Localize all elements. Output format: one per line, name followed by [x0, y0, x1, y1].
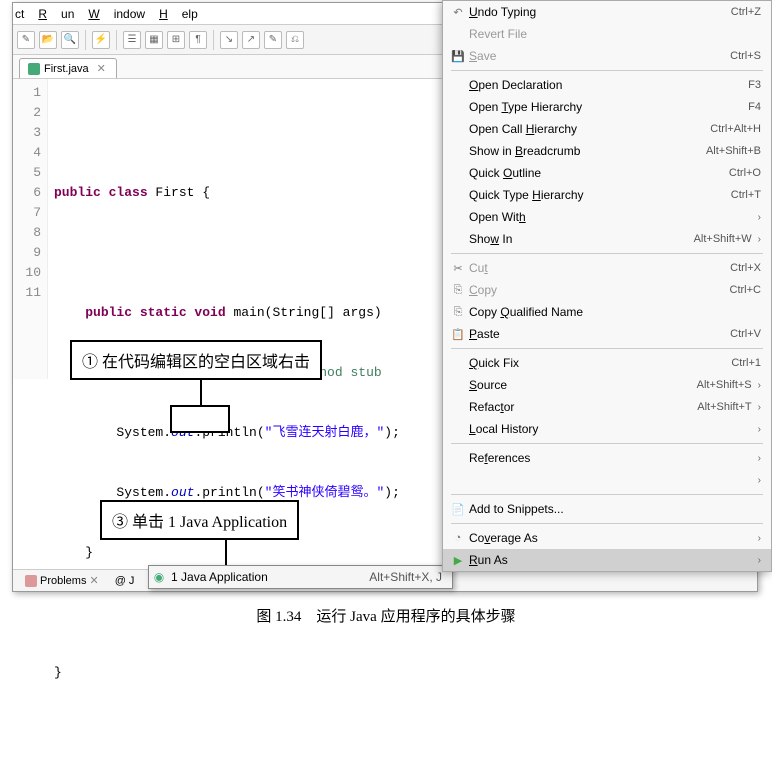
- problems-icon: [25, 575, 37, 587]
- menu-quick-fix[interactable]: Quick FixCtrl+1: [443, 352, 771, 374]
- menu-paste[interactable]: 📋PasteCtrl+V: [443, 323, 771, 345]
- submenu-arrow-icon: ›: [758, 424, 761, 435]
- tb-btn[interactable]: ✎: [17, 31, 35, 49]
- tb-btn[interactable]: ▦: [145, 31, 163, 49]
- snippet-icon: 📄: [447, 503, 469, 516]
- tb-btn[interactable]: ✎: [264, 31, 282, 49]
- java-app-icon: ◉: [149, 570, 169, 584]
- tb-btn[interactable]: 🔍: [61, 31, 79, 49]
- undo-icon: ↶: [447, 6, 469, 19]
- menu-cut: ✂CutCtrl+X: [443, 257, 771, 279]
- menu-copy-qualified[interactable]: ⎘Copy Qualified Name: [443, 301, 771, 323]
- menu-revert: Revert File: [443, 23, 771, 45]
- cut-icon: ✂: [447, 262, 469, 275]
- code-area[interactable]: public class First { public static void …: [48, 79, 400, 379]
- submenu-arrow-icon: ›: [758, 453, 761, 464]
- run-as-submenu: ◉ 1 Java Application Alt+Shift+X, J: [148, 565, 453, 589]
- tb-btn[interactable]: ↗: [242, 31, 260, 49]
- submenu-arrow-icon: ›: [758, 212, 761, 223]
- menu-show-breadcrumb[interactable]: Show in BreadcrumbAlt+Shift+B: [443, 140, 771, 162]
- menu-run[interactable]: Run: [38, 7, 74, 21]
- tb-btn[interactable]: ☰: [123, 31, 141, 49]
- menu-truncated[interactable]: ct: [15, 7, 24, 21]
- line-gutter: 123 4 567 891011: [13, 79, 48, 379]
- copy-icon: ⎘: [447, 306, 469, 319]
- menu-show-in[interactable]: Show InAlt+Shift+W›: [443, 228, 771, 250]
- save-icon: 💾: [447, 50, 469, 63]
- close-icon[interactable]: ✕: [97, 62, 106, 75]
- submenu-arrow-icon: ›: [758, 234, 761, 245]
- tab-javadoc[interactable]: @ J: [107, 575, 143, 587]
- menu-quick-type-hierarchy[interactable]: Quick Type HierarchyCtrl+T: [443, 184, 771, 206]
- tb-btn[interactable]: ⊞: [167, 31, 185, 49]
- menu-quick-outline[interactable]: Quick OutlineCtrl+O: [443, 162, 771, 184]
- submenu-arrow-icon: ›: [758, 380, 761, 391]
- annotation-3: ③ 单击 1 Java Application: [100, 500, 299, 540]
- menu-source[interactable]: SourceAlt+Shift+S›: [443, 374, 771, 396]
- annotation-target-box: [170, 405, 230, 433]
- menu-copy: ⎘CopyCtrl+C: [443, 279, 771, 301]
- tb-btn[interactable]: ↘: [220, 31, 238, 49]
- menu-help[interactable]: Help: [159, 7, 198, 21]
- run-icon: ▶: [447, 554, 469, 567]
- tab-label: First.java: [44, 63, 89, 75]
- context-menu: ↶Undo TypingCtrl+Z Revert File 💾SaveCtrl…: [442, 0, 772, 572]
- menu-blank[interactable]: ›: [443, 469, 771, 491]
- menu-open-type-hierarchy[interactable]: Open Type HierarchyF4: [443, 96, 771, 118]
- submenu-arrow-icon: ›: [758, 402, 761, 413]
- figure-caption: 图 1.34 运行 Java 应用程序的具体步骤: [0, 605, 772, 626]
- submenu-arrow-icon: ›: [758, 555, 761, 566]
- java-file-icon: [28, 63, 40, 75]
- menu-references[interactable]: References›: [443, 447, 771, 469]
- menu-run-as[interactable]: ▶Run As›: [443, 549, 771, 571]
- tb-btn[interactable]: ⚡: [92, 31, 110, 49]
- menu-open-with[interactable]: Open With›: [443, 206, 771, 228]
- menu-add-snippets[interactable]: 📄Add to Snippets...: [443, 498, 771, 520]
- tb-btn[interactable]: ⎌: [286, 31, 304, 49]
- submenu-arrow-icon: ›: [758, 475, 761, 486]
- submenu-shortcut: Alt+Shift+X, J: [369, 570, 452, 584]
- tab-problems[interactable]: Problems ✕: [17, 574, 107, 587]
- menu-local-history[interactable]: Local History›: [443, 418, 771, 440]
- coverage-icon: ◔: [447, 532, 469, 544]
- menu-save: 💾SaveCtrl+S: [443, 45, 771, 67]
- tb-btn[interactable]: ¶: [189, 31, 207, 49]
- menu-undo[interactable]: ↶Undo TypingCtrl+Z: [443, 1, 771, 23]
- submenu-item-java-app[interactable]: 1 Java Application: [169, 570, 369, 584]
- paste-icon: 📋: [447, 328, 469, 341]
- annotation-1: ① 在代码编辑区的空白区域右击: [70, 340, 322, 380]
- tb-btn[interactable]: 📂: [39, 31, 57, 49]
- submenu-arrow-icon: ›: [758, 533, 761, 544]
- menu-coverage-as[interactable]: ◔Coverage As›: [443, 527, 771, 549]
- menu-refactor[interactable]: RefactorAlt+Shift+T›: [443, 396, 771, 418]
- copy-icon: ⎘: [447, 284, 469, 297]
- menu-open-declaration[interactable]: Open DeclarationF3: [443, 74, 771, 96]
- tab-first-java[interactable]: First.java ✕: [19, 58, 117, 78]
- menu-window[interactable]: Window: [88, 7, 145, 21]
- menu-open-call-hierarchy[interactable]: Open Call HierarchyCtrl+Alt+H: [443, 118, 771, 140]
